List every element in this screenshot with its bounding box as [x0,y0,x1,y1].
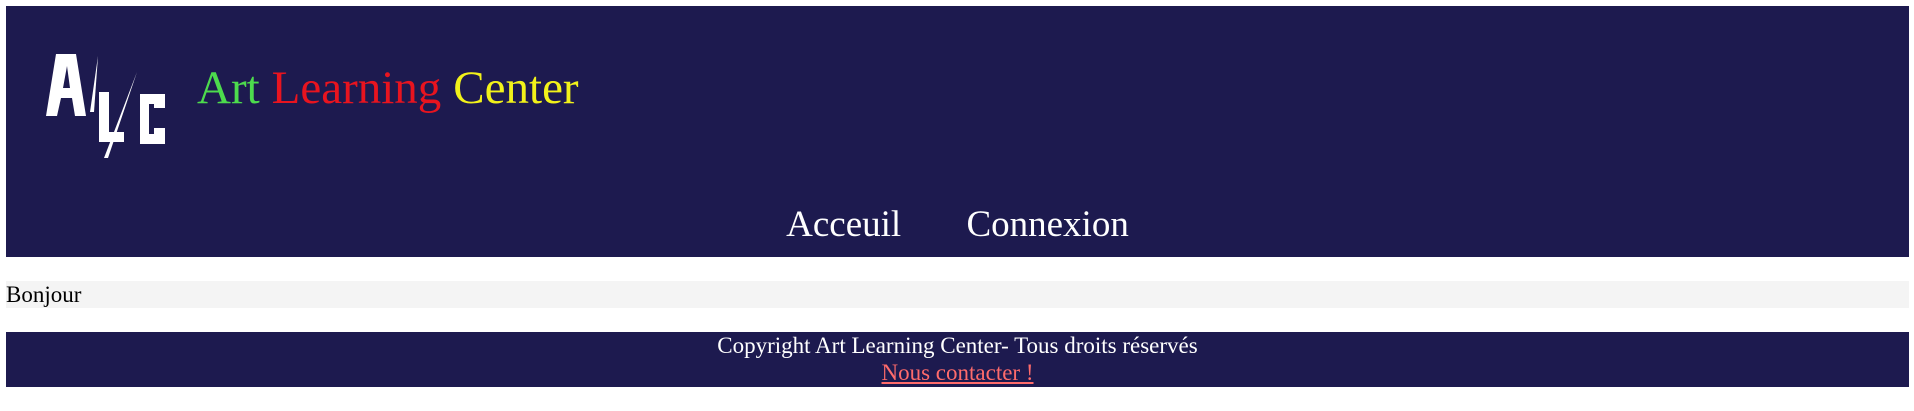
alc-logo [46,54,165,158]
nav-link-acceuil[interactable]: Acceuil [786,204,901,245]
title-word-learning: Learning [271,62,442,114]
copyright-text: Copyright Art Learning Center- Tous droi… [717,333,1198,358]
main-nav: Acceuil Connexion [6,202,1909,248]
contact-link[interactable]: Nous contacter ! [882,360,1034,385]
greeting-text: Bonjour [6,281,1909,308]
title-word-center: Center [453,62,579,114]
site-title: Art Learning Center [197,58,579,118]
site-footer: Copyright Art Learning Center- Tous droi… [6,332,1909,387]
site-header: Art Learning Center Acceuil Connexion [6,6,1909,257]
title-word-art: Art [197,62,260,114]
nav-link-connexion[interactable]: Connexion [966,204,1128,245]
